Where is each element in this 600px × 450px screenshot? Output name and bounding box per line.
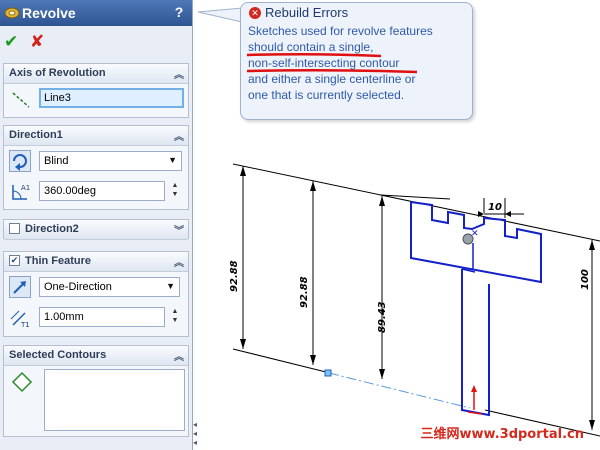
collapse-chevron-icon[interactable]: ︽ [174,66,184,81]
svg-text:✕: ✕ [471,229,479,239]
selected-contours-group: Selected Contours ︽ [3,345,189,437]
rebuild-error-balloon: ✕ Rebuild Errors Sketches used for revol… [240,2,473,120]
centerline-endpoint[interactable] [324,369,332,377]
contour-icon [11,371,33,393]
thin-type-value: One-Direction [44,281,112,293]
axis-input[interactable]: Line3 [39,88,184,108]
dimension-d5[interactable]: 10 [488,202,502,213]
axis-of-revolution-group: Axis of Revolution ︽ Line3 [3,63,189,118]
expand-chevron-icon[interactable]: ︾ [174,222,184,237]
dropdown-arrow-icon: ▼ [166,281,175,291]
angle-spinner[interactable]: ▲ ▼ [168,181,182,201]
help-icon[interactable]: ? [172,4,186,21]
svg-text:A1: A1 [21,184,30,192]
thickness-input[interactable]: 1.00mm [39,307,165,327]
cancel-button[interactable]: ✘ [30,32,44,52]
selected-contours-list[interactable] [44,369,185,431]
dimension-d2[interactable]: 92.88 [299,276,310,308]
reverse-thickness-icon[interactable] [9,276,31,298]
centerline-icon [12,92,30,108]
revolve-feature-icon [4,7,20,19]
direction1-label: Direction1 [9,129,63,141]
direction2-checkbox[interactable] [9,223,20,234]
selected-contours-group-header[interactable]: Selected Contours ︽ [4,346,188,366]
panel-title: Revolve [22,5,76,21]
svg-text:T1: T1 [20,321,30,329]
direction2-group-header[interactable]: Direction2 ︾ [4,220,188,240]
collapse-chevron-icon[interactable]: ︽ [174,128,184,143]
angle-icon: A1 [12,184,30,200]
angle-input[interactable]: 360.00deg [39,181,165,201]
direction2-group: Direction2 ︾ [3,219,189,240]
relation-icon: ✕ [462,229,479,245]
thickness-icon: T1 [10,310,30,329]
thin-feature-group: ✔ Thin Feature ︽ One-Direction ▼ T1 1.00… [3,251,189,337]
dimension-d4[interactable]: 100 [580,269,591,290]
direction1-group-header[interactable]: Direction1 ︽ [4,126,188,146]
axis-group-header[interactable]: Axis of Revolution ︽ [4,64,188,84]
dropdown-arrow-icon: ▼ [168,155,177,165]
reverse-direction-icon[interactable] [9,150,31,172]
thin-feature-label: Thin Feature [25,255,92,267]
panel-titlebar: Revolve ? [0,0,192,26]
direction1-type-select[interactable]: Blind ▼ [39,151,182,171]
direction2-label: Direction2 [25,223,79,235]
centerline [328,372,471,409]
property-manager-panel: Revolve ? ✔ ✘ Axis of Revolution ︽ Line3… [0,0,193,450]
dimension-d3[interactable]: 89.43 [377,301,388,333]
axis-group-label: Axis of Revolution [9,67,106,79]
thickness-spinner[interactable]: ▲ ▼ [168,307,182,327]
error-highlight-underlines [246,52,418,74]
direction1-group: Direction1 ︽ Blind ▼ A1 360.00deg ▲ ▼ [3,125,189,210]
thin-feature-group-header[interactable]: ✔ Thin Feature ︽ [4,252,188,272]
watermark: 三维网www.3dportal.cn [420,427,584,442]
thin-type-select[interactable]: One-Direction ▼ [39,277,180,297]
dimension-d1[interactable]: 92.88 [229,260,240,292]
thin-feature-checkbox[interactable]: ✔ [9,255,20,266]
dimension-arrows [240,166,595,430]
balloon-pointer [197,7,243,23]
selected-contours-label: Selected Contours [9,349,107,361]
origin-icon [467,385,483,415]
collapse-chevron-icon[interactable]: ︽ [174,254,184,269]
ok-button[interactable]: ✔ [4,32,18,52]
direction1-type-value: Blind [44,155,69,167]
collapse-chevron-icon[interactable]: ︽ [174,348,184,363]
